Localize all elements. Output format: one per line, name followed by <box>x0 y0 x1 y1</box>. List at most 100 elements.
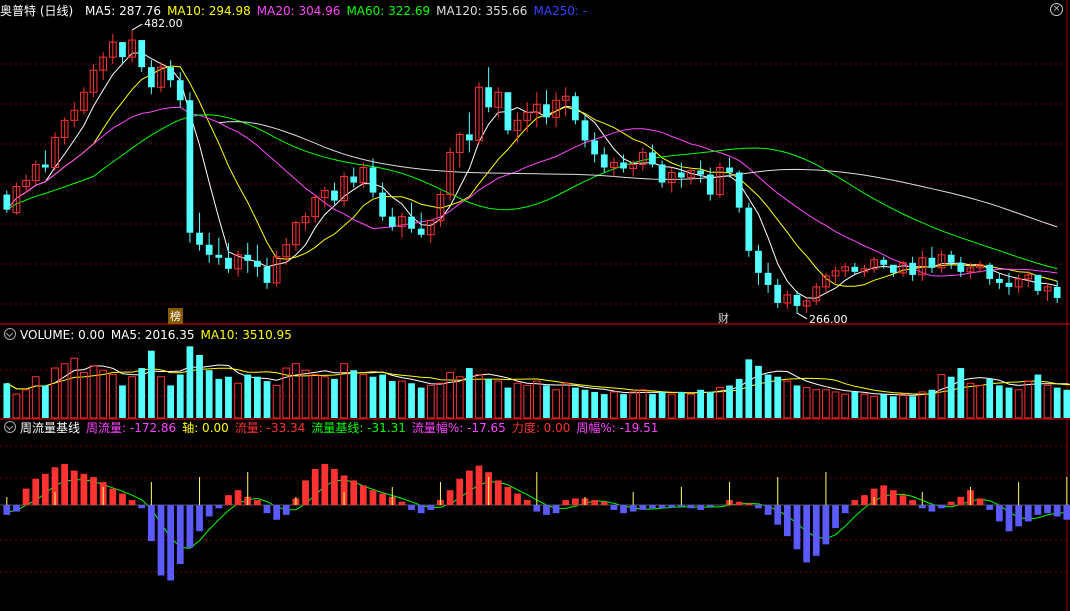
settings-circle-icon[interactable] <box>4 328 16 340</box>
candle-body <box>591 140 599 155</box>
volume-bar <box>1005 387 1013 418</box>
flow-bar <box>1015 505 1023 527</box>
flow-bar <box>119 493 126 505</box>
volume-bar <box>128 376 136 419</box>
volume-bar <box>253 376 261 418</box>
chart-canvas[interactable]: 482.00266.00 <box>0 0 1070 611</box>
candle-body <box>408 216 415 229</box>
volume-bar <box>80 371 88 419</box>
flow-baseline <box>6 479 1070 549</box>
flow-bar <box>755 505 762 509</box>
flow-bar <box>215 505 223 509</box>
vol-item-1: MA5: 2016.35 <box>110 328 195 342</box>
flow-bar <box>735 501 743 505</box>
candle-body <box>928 257 936 268</box>
volume-bar <box>591 391 599 418</box>
flow-bar <box>697 505 705 510</box>
tag-cai[interactable]: 财 <box>716 310 731 326</box>
indicator-legend: 周流量基线 周流量: -172.86 轴: 0.00 流量: -33.34 流量基线: … <box>0 419 670 437</box>
candle-body <box>706 174 714 195</box>
candle-body <box>571 96 579 121</box>
volume-bar <box>157 376 165 419</box>
candle-body <box>205 244 213 255</box>
candle-body <box>957 262 965 272</box>
volume-bar <box>793 385 801 418</box>
flow-bar <box>205 505 213 517</box>
flow-bar <box>889 490 897 505</box>
settings-circle-icon[interactable] <box>4 421 16 433</box>
candle-body <box>543 104 550 118</box>
flow-bar <box>832 505 839 528</box>
volume-bar <box>119 385 126 418</box>
flow-bar <box>687 505 695 509</box>
price-legend: 奥普特 (日线) MA5: 287.76 MA10: 294.98 MA20: 30… <box>0 2 599 20</box>
volume-bar <box>455 376 464 419</box>
volume-bar <box>620 394 627 418</box>
flow-bar <box>167 505 175 581</box>
candle-body <box>147 67 155 88</box>
tag-bang[interactable]: 榜 <box>168 308 183 324</box>
volume-bar <box>667 393 676 419</box>
flow-bar <box>677 505 685 507</box>
flow-bar <box>13 505 20 512</box>
volume-bar <box>523 384 532 419</box>
candle-body <box>793 294 801 306</box>
flow-bar <box>109 488 117 505</box>
candle-body <box>186 100 194 233</box>
ma-item-3: MA60: 322.69 <box>346 4 431 18</box>
indicator-bars <box>0 464 1070 581</box>
volume-legend: VOLUME: 0.00 MA5: 2016.35 MA10: 3510.95 <box>0 326 304 344</box>
candle-body <box>176 80 184 101</box>
flow-bar <box>562 500 570 505</box>
volume-bar <box>225 376 232 418</box>
ma-item-1: MA10: 294.98 <box>167 4 251 18</box>
flow-bar <box>1063 505 1070 520</box>
volume-bar <box>398 380 406 419</box>
volume-bar <box>51 367 59 419</box>
volume-bar <box>426 384 435 419</box>
volume-bar <box>841 393 850 419</box>
flow-bar <box>774 505 782 525</box>
candle-body <box>947 254 955 263</box>
flow-bar <box>176 505 184 565</box>
volume-bar <box>986 378 994 418</box>
volume-bar <box>543 385 550 418</box>
volume-bar <box>706 391 714 418</box>
volume-bar <box>976 384 984 419</box>
candle-body <box>880 259 888 265</box>
high-pointer <box>131 23 143 31</box>
volume-bar <box>552 389 560 419</box>
volume-bar <box>167 385 175 418</box>
flow-bar <box>783 505 791 537</box>
flow-bar <box>591 500 599 505</box>
volume-bar <box>388 381 396 418</box>
volume-bar <box>408 383 415 418</box>
volume-bar <box>851 391 859 418</box>
flow-bar <box>456 478 464 505</box>
flow-bar <box>90 477 97 505</box>
flow-bar <box>947 501 955 505</box>
flow-bar <box>408 505 415 510</box>
volume-bar <box>735 378 743 418</box>
candle-body <box>658 164 666 183</box>
volume-bar <box>774 376 782 418</box>
volume-bar <box>446 371 454 419</box>
flow-bar <box>880 485 888 505</box>
flow-bar <box>610 505 618 510</box>
volume-bar <box>205 370 213 418</box>
candle-body <box>889 264 897 273</box>
flow-bar <box>196 505 203 532</box>
close-icon[interactable]: × <box>1050 3 1063 16</box>
flow-bar <box>369 490 377 505</box>
flow-bar <box>22 488 30 505</box>
stock-title: 奥普特 (日线) <box>0 4 74 18</box>
indicator-values: 周流量: -172.86 轴: 0.00 流量: -33.34 流量基线: -31.3… <box>86 421 664 435</box>
volume-bar <box>1014 389 1023 419</box>
flow-bar <box>504 486 512 505</box>
flow-bar <box>70 470 78 505</box>
flow-bar <box>668 505 676 508</box>
volume-bar <box>494 380 503 419</box>
ind-item-5: 力度: 0.00 <box>511 421 571 435</box>
volume-bar <box>581 389 589 418</box>
flow-bar <box>273 505 281 520</box>
